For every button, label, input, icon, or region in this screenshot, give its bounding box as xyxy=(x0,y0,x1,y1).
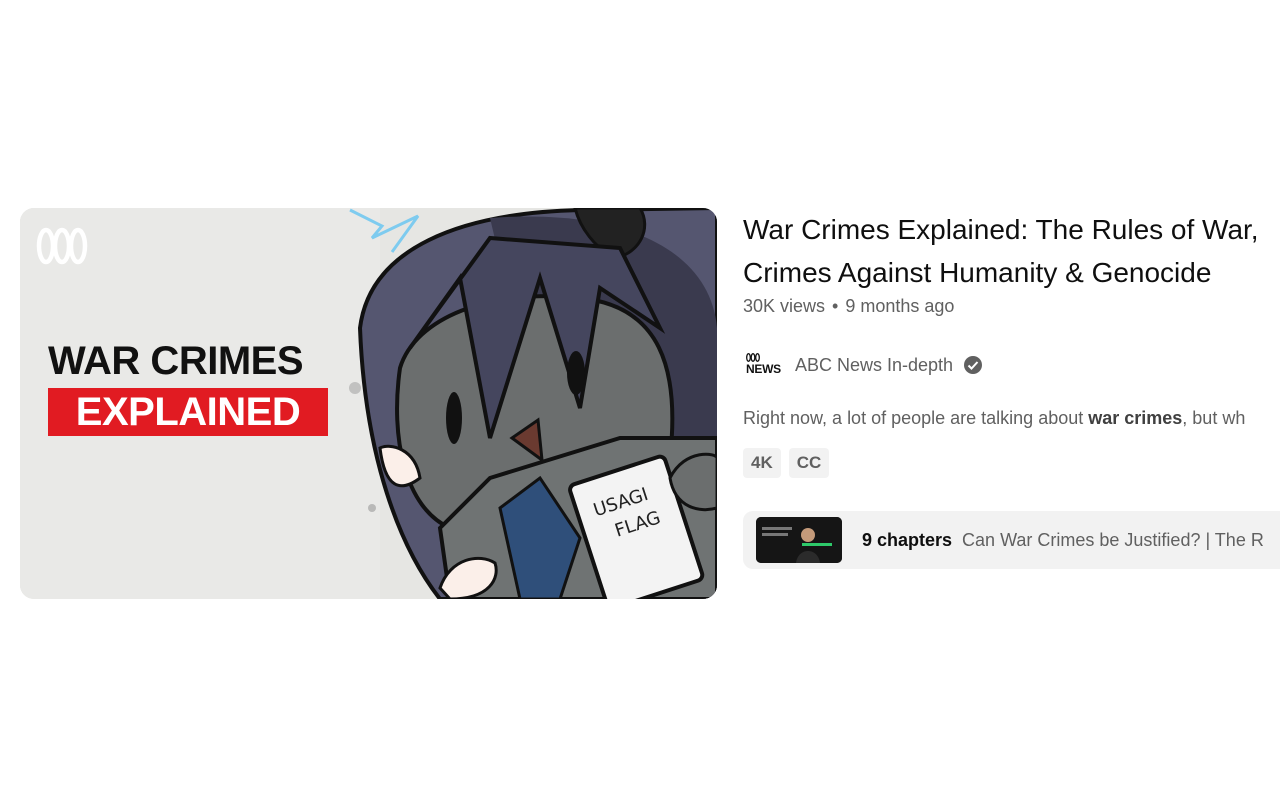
channel-avatar[interactable]: NEWS xyxy=(743,353,781,377)
video-meta: 30K views • 9 months ago xyxy=(743,296,954,317)
channel-row[interactable]: NEWS ABC News In-depth xyxy=(743,352,983,378)
thumbnail-headline-line2: EXPLAINED xyxy=(48,388,328,436)
description-highlight: war crimes xyxy=(1088,408,1183,428)
channel-name[interactable]: ABC News In-depth xyxy=(795,355,953,376)
video-description-snippet: Right now, a lot of people are talking a… xyxy=(743,408,1280,429)
badge-4k: 4K xyxy=(743,448,781,478)
chapters-count: 9 chapters xyxy=(862,529,953,550)
verified-check-icon xyxy=(964,356,983,374)
meta-separator: • xyxy=(832,296,839,316)
channel-logo-text: NEWS xyxy=(746,362,781,376)
thumbnail-card-text: USAGI FLAG xyxy=(591,484,663,542)
description-text-tail: , but wh xyxy=(1182,408,1246,428)
chapter-thumbnail-image xyxy=(756,517,842,563)
abc-logo-icon xyxy=(36,227,88,265)
chapters-row[interactable]: 9 chapters Can War Crimes be Justified? … xyxy=(743,511,1280,569)
video-title[interactable]: War Crimes Explained: The Rules of War, … xyxy=(743,208,1280,294)
chapter-title: Can War Crimes be Justified? | The R xyxy=(962,529,1264,550)
view-count: 30K views xyxy=(743,296,826,316)
upload-age: 9 months ago xyxy=(845,296,955,316)
badge-row: 4K CC xyxy=(743,448,830,478)
abc-mini-logo-icon xyxy=(746,353,760,362)
badge-cc: CC xyxy=(788,448,830,478)
chapter-thumbnail xyxy=(756,517,842,563)
video-title-line1: War Crimes Explained: The Rules of War, xyxy=(743,214,1259,245)
thumbnail-headline-line1: WAR CRIMES xyxy=(48,339,304,383)
description-text: Right now, a lot of people are talking a… xyxy=(743,408,1089,428)
video-title-line2: Crimes Against Humanity & Genocide xyxy=(743,257,1212,288)
